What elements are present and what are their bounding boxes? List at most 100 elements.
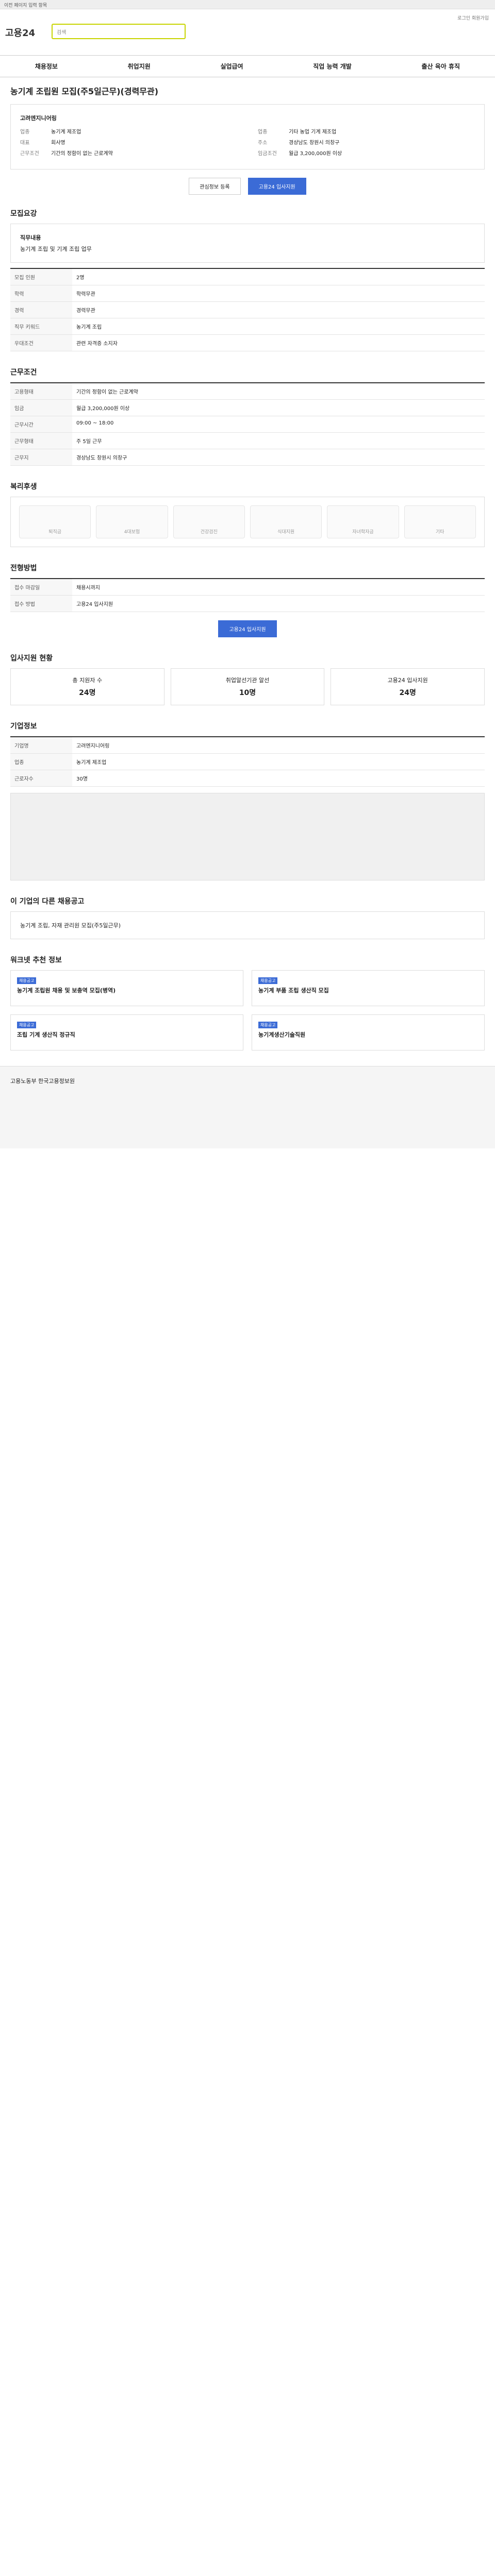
cell-value: 채용시까지	[72, 579, 485, 596]
section-title: 기업정보	[10, 722, 37, 731]
apply-section: 전형방법 접수 마감일 채용시까지 접수 방법 고용24 입사지원 고용24 입사지…	[10, 563, 485, 637]
cell-key: 접수 마감일	[10, 579, 72, 596]
welfare-item: 4대보험	[96, 505, 168, 538]
card-title: 농기계 조립원 채용 및 보충역 모집(병역)	[17, 987, 116, 994]
recommend-card[interactable]: 채용공고농기계 조립원 채용 및 보충역 모집(병역)	[10, 970, 243, 1006]
nav-item[interactable]: 직업 능력 개발	[313, 62, 352, 71]
card-tag: 채용공고	[17, 1022, 37, 1028]
cell-key: 직무 키워드	[10, 318, 72, 335]
job-summary: 농기계 조립원 모집(주5일근무)(경력무관) 고려엔지니어링 업종 농기계 제조…	[10, 84, 485, 195]
nav-item[interactable]: 실업급여	[220, 62, 243, 71]
welfare-item: 식대지원	[250, 505, 322, 538]
related-section: 이 기업의 다른 채용공고 농기계 조립, 자재 관리원 모집(주5일근무)	[10, 896, 485, 939]
cell-value: 경력무관	[72, 301, 485, 318]
cell-key: 근로자수	[10, 770, 72, 787]
welfare-item: 퇴직금	[19, 505, 91, 538]
scrap-button[interactable]: 관심정보 등록	[189, 178, 241, 195]
section-title: 모집요강	[10, 210, 37, 218]
cell-value: 월급 3,200,000원 이상	[72, 399, 485, 416]
top-notice: 이전 페이지 입력 항목	[0, 0, 495, 9]
card-tag: 채용공고	[258, 977, 278, 984]
cell-key: 근무지	[10, 449, 72, 466]
welfare-item: 건강검진	[173, 505, 245, 538]
section-title: 입사지원 현황	[10, 654, 53, 663]
info-value: 경상남도 창원시 의창구	[289, 140, 340, 146]
info-value: 기타 농업 기계 제조업	[289, 129, 337, 135]
recommend-card[interactable]: 채용공고 조립 기계 생산직 정규직	[10, 1014, 243, 1050]
nav-item[interactable]: 채용정보	[35, 62, 58, 71]
work-section: 근무조건 고용형태 기간의 정함이 없는 근로계약 임금 월급 3,200,000원…	[10, 367, 485, 466]
cell-key: 경력	[10, 301, 72, 318]
cell-value: 주 5일 근무	[72, 432, 485, 449]
apply-table: 접수 마감일 채용시까지 접수 방법 고용24 입사지원	[10, 578, 485, 612]
cell-key: 접수 방법	[10, 595, 72, 612]
work-table: 고용형태 기간의 정함이 없는 근로계약 임금 월급 3,200,000원 이상 근…	[10, 382, 485, 466]
apply-button[interactable]: 고용24 입사지원	[248, 178, 306, 195]
info-key: 업종	[20, 129, 30, 135]
cell-key: 학력	[10, 285, 72, 302]
info-value: 농기계 제조업	[51, 129, 81, 135]
company-section: 기업정보 기업명 고려엔지니어링 업종 농기계 제조업 근로자수 30명	[10, 721, 485, 880]
site-header: 고용24 검색 로그인 회원가입	[0, 9, 495, 56]
info-value: 기간의 정함이 없는 근로계약	[51, 151, 113, 157]
recommend-card[interactable]: 채용공고농기계 부품 조립 생산직 모집	[252, 970, 485, 1006]
info-key: 임금조건	[258, 151, 277, 157]
card-title: 농기계생산기술직원	[258, 1031, 306, 1038]
related-item[interactable]: 농기계 조립, 자재 관리원 모집(주5일근무)	[10, 911, 485, 939]
stat-card: 고용24 입사지원 24명	[331, 668, 485, 705]
cell-value: 고려엔지니어링	[72, 737, 485, 754]
recruit-section: 모집요강 직무내용 농기계 조립 및 기계 조립 업무 모집 인원 2명 학력 학력…	[10, 208, 485, 351]
cell-key: 임금	[10, 399, 72, 416]
main-nav: 채용정보 취업지원 실업급여 직업 능력 개발 출산 육아 휴직	[0, 56, 495, 77]
nav-item[interactable]: 취업지원	[128, 62, 151, 71]
cell-value: 2명	[72, 268, 485, 285]
stat-card: 취업알선기관 알선 10명	[170, 668, 325, 705]
info-key: 대표	[20, 140, 30, 146]
site-footer: 고용노동부 한국고용정보원	[0, 1066, 495, 1148]
recommend-card[interactable]: 채용공고농기계생산기술직원	[252, 1014, 485, 1050]
card-tag: 채용공고	[258, 1022, 278, 1028]
card-tag: 채용공고	[17, 977, 37, 984]
section-title: 복리후생	[10, 483, 37, 491]
cell-key: 고용형태	[10, 383, 72, 400]
apply-button-2[interactable]: 고용24 입사지원	[218, 620, 277, 637]
desc-title: 직무내용	[20, 234, 41, 241]
cell-value: 관련 자격증 소지자	[72, 334, 485, 351]
cell-key: 모집 인원	[10, 268, 72, 285]
site-logo[interactable]: 고용24	[5, 26, 35, 39]
cell-value: 학력무관	[72, 285, 485, 302]
recruit-table: 모집 인원 2명 학력 학력무관 경력 경력무관 직무 키워드 농기계 조립 우대조건 관…	[10, 268, 485, 351]
cell-value: 기간의 정함이 없는 근로계약	[72, 383, 485, 400]
util-links[interactable]: 로그인 회원가입	[457, 14, 489, 21]
info-value: 회사명	[51, 140, 65, 146]
cell-key: 근무형태	[10, 432, 72, 449]
stats-section: 입사지원 현황 총 지원자 수 24명 취업알선기관 알선 10명 고용24 입사지…	[10, 653, 485, 705]
stat-card: 총 지원자 수 24명	[10, 668, 164, 705]
stat-value: 24명	[79, 689, 96, 697]
welfare-item: 자녀학자금	[327, 505, 399, 538]
stat-label: 총 지원자 수	[72, 677, 103, 684]
search-input[interactable]: 검색	[52, 24, 186, 39]
map-placeholder[interactable]	[10, 793, 485, 880]
cell-value: 농기계 제조업	[72, 753, 485, 770]
cell-value: 고용24 입사지원	[72, 595, 485, 612]
cell-key: 업종	[10, 753, 72, 770]
company-name: 고려엔지니어링	[20, 115, 57, 122]
recommend-section: 워크넷 추천 정보 채용공고 농기계 조립원 채용 및 보충역 모집(병역) 채용…	[10, 955, 485, 1050]
nav-item[interactable]: 출산 육아 휴직	[422, 62, 460, 71]
section-title: 전형방법	[10, 564, 37, 572]
cell-key: 기업명	[10, 737, 72, 754]
stat-value: 24명	[399, 689, 416, 697]
card-title: 농기계 부품 조립 생산직 모집	[258, 987, 329, 994]
section-title: 워크넷 추천 정보	[10, 956, 62, 964]
cell-value: 30명	[72, 770, 485, 787]
info-key: 근무조건	[20, 151, 39, 157]
section-title: 이 기업의 다른 채용공고	[10, 897, 85, 906]
cell-key: 우대조건	[10, 334, 72, 351]
welfare-item: 기타	[404, 505, 476, 538]
stat-label: 취업알선기관 알선	[225, 677, 270, 684]
cell-value: 경상남도 창원시 의창구	[72, 449, 485, 466]
info-key: 업종	[258, 129, 268, 135]
section-title: 근무조건	[10, 368, 37, 377]
welfare-section: 복리후생 퇴직금 4대보험 건강검진 식대지원 자녀학자금 기타	[10, 481, 485, 547]
